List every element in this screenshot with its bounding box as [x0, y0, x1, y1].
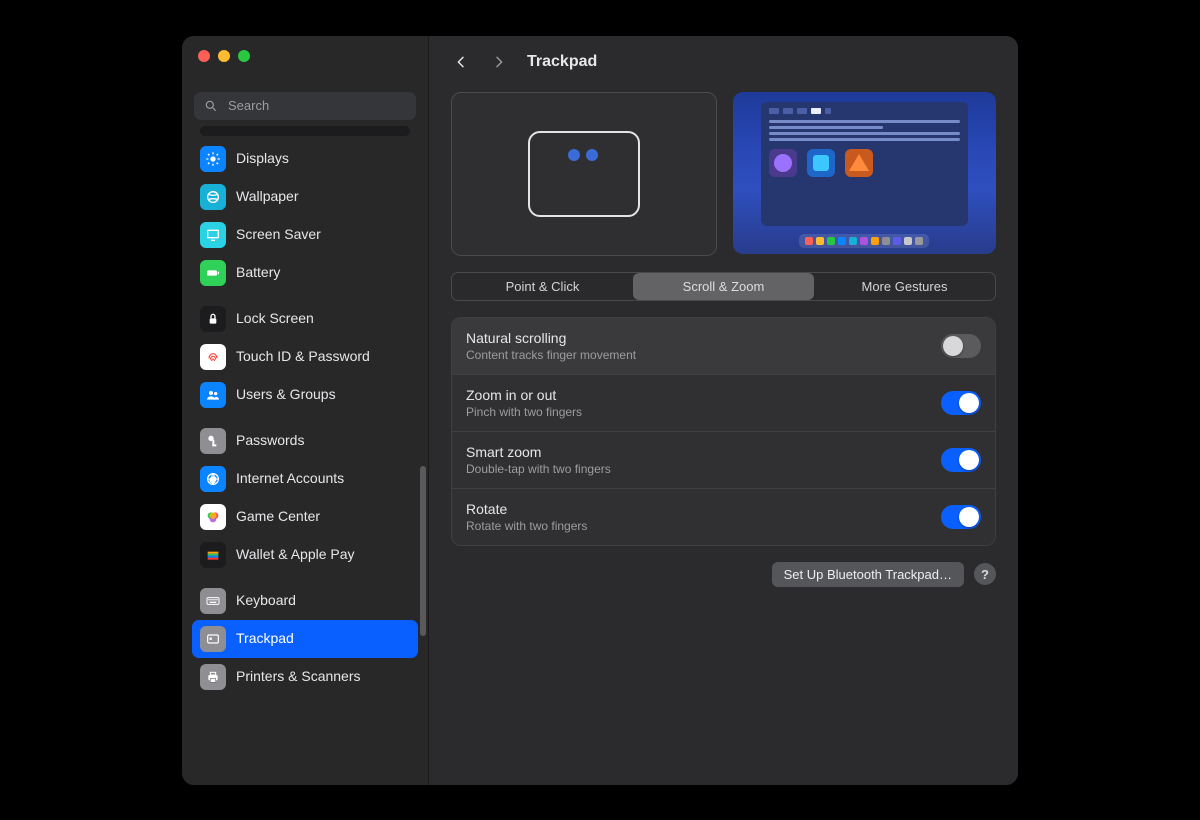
circle-shape-icon [769, 149, 797, 177]
settings-window: Displays Wallpaper Screen Saver Bat [182, 36, 1018, 785]
sidebar-nav: Displays Wallpaper Screen Saver Bat [182, 126, 428, 785]
nav-back-button[interactable] [447, 48, 475, 76]
preview-window [761, 102, 969, 226]
setup-bluetooth-trackpad-button[interactable]: Set Up Bluetooth Trackpad… [772, 562, 964, 587]
content-pane: Trackpad [429, 36, 1018, 785]
tab-point-click[interactable]: Point & Click [452, 273, 633, 300]
setting-subtitle: Double-tap with two fingers [466, 462, 611, 476]
gesture-preview [733, 92, 997, 254]
wallpaper-icon [200, 184, 226, 210]
sidebar-item-label: Wallpaper [236, 188, 299, 205]
sidebar-item-label: Game Center [236, 508, 320, 525]
page-title: Trackpad [527, 53, 597, 71]
tab-scroll-zoom[interactable]: Scroll & Zoom [633, 273, 814, 300]
search-icon [204, 99, 218, 113]
sidebar-item-label: Keyboard [236, 592, 296, 609]
setting-rotate: Rotate Rotate with two fingers [452, 488, 995, 545]
natural-scrolling-toggle[interactable] [941, 334, 981, 358]
touchid-icon [200, 344, 226, 370]
sidebar-item-label: Displays [236, 150, 289, 167]
sidebar-item-wallpaper[interactable]: Wallpaper [192, 178, 418, 216]
lockscreen-icon [200, 306, 226, 332]
setting-title: Smart zoom [466, 444, 611, 460]
sidebar-item-trackpad[interactable]: Trackpad [192, 620, 418, 658]
sidebar-item-wallet[interactable]: Wallet & Apple Pay [192, 536, 418, 574]
sidebar-item-touchid[interactable]: Touch ID & Password [192, 338, 418, 376]
finger-dot-icon [586, 149, 598, 161]
sidebar-item-lockscreen[interactable]: Lock Screen [192, 300, 418, 338]
setting-subtitle: Pinch with two fingers [466, 405, 582, 419]
rotate-toggle[interactable] [941, 505, 981, 529]
nav-forward-button[interactable] [485, 48, 513, 76]
sidebar-item-keyboard[interactable]: Keyboard [192, 582, 418, 620]
zoom-toggle[interactable] [941, 391, 981, 415]
printers-icon [200, 664, 226, 690]
preview-row [451, 92, 996, 256]
sidebar-item-printers[interactable]: Printers & Scanners [192, 658, 418, 696]
smart-zoom-toggle[interactable] [941, 448, 981, 472]
fullscreen-window-button[interactable] [238, 50, 250, 62]
sidebar: Displays Wallpaper Screen Saver Bat [182, 36, 429, 785]
window-controls [182, 36, 428, 82]
sidebar-item-passwords[interactable]: Passwords [192, 422, 418, 460]
sidebar-item-label: Lock Screen [236, 310, 314, 327]
search-input[interactable] [226, 97, 406, 114]
setting-natural-scrolling: Natural scrolling Content tracks finger … [452, 318, 995, 374]
internet-icon: @ [200, 466, 226, 492]
sidebar-item-clipped[interactable] [200, 126, 410, 136]
setting-title: Rotate [466, 501, 587, 517]
search-field[interactable] [194, 92, 416, 120]
sidebar-item-label: Screen Saver [236, 226, 321, 243]
passwords-icon [200, 428, 226, 454]
sidebar-item-users[interactable]: Users & Groups [192, 376, 418, 414]
sidebar-item-internet[interactable]: @ Internet Accounts [192, 460, 418, 498]
sidebar-item-displays[interactable]: Displays [192, 140, 418, 178]
tab-segmented-control: Point & Click Scroll & Zoom More Gesture… [451, 272, 996, 301]
sidebar-item-label: Battery [236, 264, 280, 281]
sidebar-item-label: Touch ID & Password [236, 348, 370, 365]
setting-title: Zoom in or out [466, 387, 582, 403]
sidebar-item-gamecenter[interactable]: Game Center [192, 498, 418, 536]
sidebar-item-label: Printers & Scanners [236, 668, 361, 685]
battery-icon [200, 260, 226, 286]
wallet-icon [200, 542, 226, 568]
trackpad-preview [451, 92, 717, 256]
sidebar-item-label: Wallet & Apple Pay [236, 546, 355, 563]
sidebar-item-label: Internet Accounts [236, 470, 344, 487]
finger-dot-icon [568, 149, 580, 161]
triangle-shape-icon [845, 149, 873, 177]
square-shape-icon [807, 149, 835, 177]
setting-subtitle: Rotate with two fingers [466, 519, 587, 533]
sidebar-scrollbar[interactable] [420, 466, 426, 636]
footer-row: Set Up Bluetooth Trackpad… ? [451, 562, 996, 587]
sidebar-item-screensaver[interactable]: Screen Saver [192, 216, 418, 254]
preview-dock [799, 234, 929, 248]
settings-list: Natural scrolling Content tracks finger … [451, 317, 996, 546]
sidebar-item-battery[interactable]: Battery [192, 254, 418, 292]
svg-text:@: @ [210, 476, 217, 483]
sidebar-item-label: Passwords [236, 432, 304, 449]
tab-more-gestures[interactable]: More Gestures [814, 273, 995, 300]
topbar: Trackpad [429, 36, 1018, 88]
keyboard-icon [200, 588, 226, 614]
help-button[interactable]: ? [974, 563, 996, 585]
trackpad-icon [200, 626, 226, 652]
minimize-window-button[interactable] [218, 50, 230, 62]
users-icon [200, 382, 226, 408]
screensaver-icon [200, 222, 226, 248]
gamecenter-icon [200, 504, 226, 530]
setting-subtitle: Content tracks finger movement [466, 348, 636, 362]
setting-zoom: Zoom in or out Pinch with two fingers [452, 374, 995, 431]
setting-title: Natural scrolling [466, 330, 636, 346]
sidebar-item-label: Users & Groups [236, 386, 336, 403]
close-window-button[interactable] [198, 50, 210, 62]
sidebar-item-label: Trackpad [236, 630, 294, 647]
setting-smart-zoom: Smart zoom Double-tap with two fingers [452, 431, 995, 488]
displays-icon [200, 146, 226, 172]
trackpad-outline [528, 131, 640, 217]
